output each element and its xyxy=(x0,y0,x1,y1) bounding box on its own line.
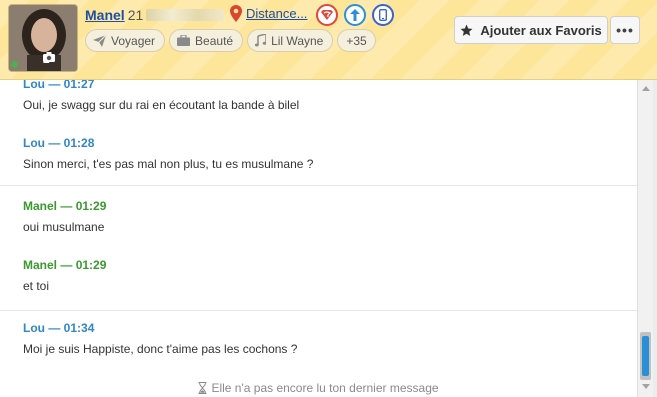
distance-label: Distance... xyxy=(246,6,308,21)
message: Lou — 01:28 Sinon merci, t'es pas mal no… xyxy=(23,136,313,171)
profile-age: 21 xyxy=(127,7,144,23)
message: Lou — 01:34 Moi je suis Happiste, donc t… xyxy=(23,321,297,356)
message-text: Sinon merci, t'es pas mal non plus, tu e… xyxy=(23,157,314,171)
paper-plane-icon xyxy=(93,34,106,47)
add-favorite-button[interactable]: Ajouter aux Favoris xyxy=(454,16,608,44)
more-options-icon: ••• xyxy=(616,22,634,38)
distance-link[interactable]: Distance... xyxy=(230,5,307,22)
scroll-up-arrow-icon[interactable] xyxy=(642,86,650,91)
online-status-dot xyxy=(11,61,18,68)
message-time: 01:29 xyxy=(75,258,107,272)
interest-label: Beauté xyxy=(195,33,234,48)
music-note-icon xyxy=(255,34,267,47)
more-options-button[interactable]: ••• xyxy=(610,16,640,44)
scrollbar-thumb[interactable] xyxy=(640,332,651,380)
chat-scrollbar[interactable] xyxy=(637,80,653,397)
profile-name-row: Manel 21 xyxy=(85,6,225,24)
message-author: Lou xyxy=(23,80,45,91)
message-group-lou: Lou — 01:27 Oui, je swagg sur du rai en … xyxy=(0,80,637,186)
message-text: Oui, je swagg sur du rai en écoutant la … xyxy=(23,98,300,112)
message-time: 01:28 xyxy=(63,136,95,150)
message-group-manel: Manel — 01:29 oui musulmane Manel — 01:2… xyxy=(0,186,637,311)
message: Manel — 01:29 oui musulmane xyxy=(23,199,106,234)
more-interests-chip[interactable]: +35 xyxy=(337,29,376,52)
read-status-text: Elle n'a pas encore lu ton dernier messa… xyxy=(211,381,439,395)
message-text: Moi je suis Happiste, donc t'aime pas le… xyxy=(23,342,298,356)
add-favorite-label: Ajouter aux Favoris xyxy=(480,22,602,38)
message-header: Lou — 01:34 xyxy=(23,321,95,335)
message-author: Manel xyxy=(23,199,58,213)
boost-arrow-icon[interactable] xyxy=(344,4,366,26)
message-header: Manel — 01:29 xyxy=(23,258,107,272)
mobile-phone-icon[interactable] xyxy=(372,4,394,26)
scroll-down-arrow-icon[interactable] xyxy=(642,384,650,389)
profile-header: 2 Manel 21 Distance... xyxy=(0,0,657,80)
briefcase-icon xyxy=(177,35,191,46)
message-author: Manel xyxy=(23,258,58,272)
profile-name[interactable]: Manel xyxy=(85,7,125,23)
chat-history[interactable]: Lou — 01:27 Oui, je swagg sur du rai en … xyxy=(0,80,637,397)
photo-count-badge[interactable]: 2 xyxy=(43,52,55,66)
interest-chip-voyager[interactable]: Voyager xyxy=(85,29,166,52)
message-author: Lou xyxy=(23,321,45,335)
message-text: et toi xyxy=(23,279,50,293)
location-pin-icon xyxy=(230,5,242,22)
hourglass-icon xyxy=(198,382,207,394)
message: Manel — 01:29 et toi xyxy=(23,258,106,293)
superman-badge-icon[interactable] xyxy=(316,4,338,26)
interest-label: Voyager xyxy=(111,33,156,48)
window-edge xyxy=(653,80,657,397)
message-time: 01:27 xyxy=(63,80,95,91)
message-header: Manel — 01:29 xyxy=(23,199,107,213)
interest-label: +35 xyxy=(346,33,367,48)
message-author: Lou xyxy=(23,136,45,150)
interest-chip-lil-wayne[interactable]: Lil Wayne xyxy=(247,29,334,52)
message-header: Lou — 01:27 xyxy=(23,80,299,91)
camera-icon xyxy=(43,52,55,62)
scrollbar-thumb-highlight xyxy=(642,336,649,376)
message-text: oui musulmane xyxy=(23,220,105,234)
message: Lou — 01:27 Oui, je swagg sur du rai en … xyxy=(23,80,299,112)
interest-chip-beaute[interactable]: Beauté xyxy=(169,29,244,52)
message-time: 01:29 xyxy=(75,199,107,213)
message-header: Lou — 01:28 xyxy=(23,136,95,150)
interests-row: Voyager Beauté Lil Wayne +35 xyxy=(85,29,376,52)
profile-avatar[interactable]: 2 xyxy=(8,4,78,72)
redacted-text xyxy=(146,9,225,21)
star-icon xyxy=(460,24,473,36)
read-status: Elle n'a pas encore lu ton dernier messa… xyxy=(0,381,637,395)
message-time: 01:34 xyxy=(63,321,95,335)
interest-label: Lil Wayne xyxy=(271,33,324,48)
